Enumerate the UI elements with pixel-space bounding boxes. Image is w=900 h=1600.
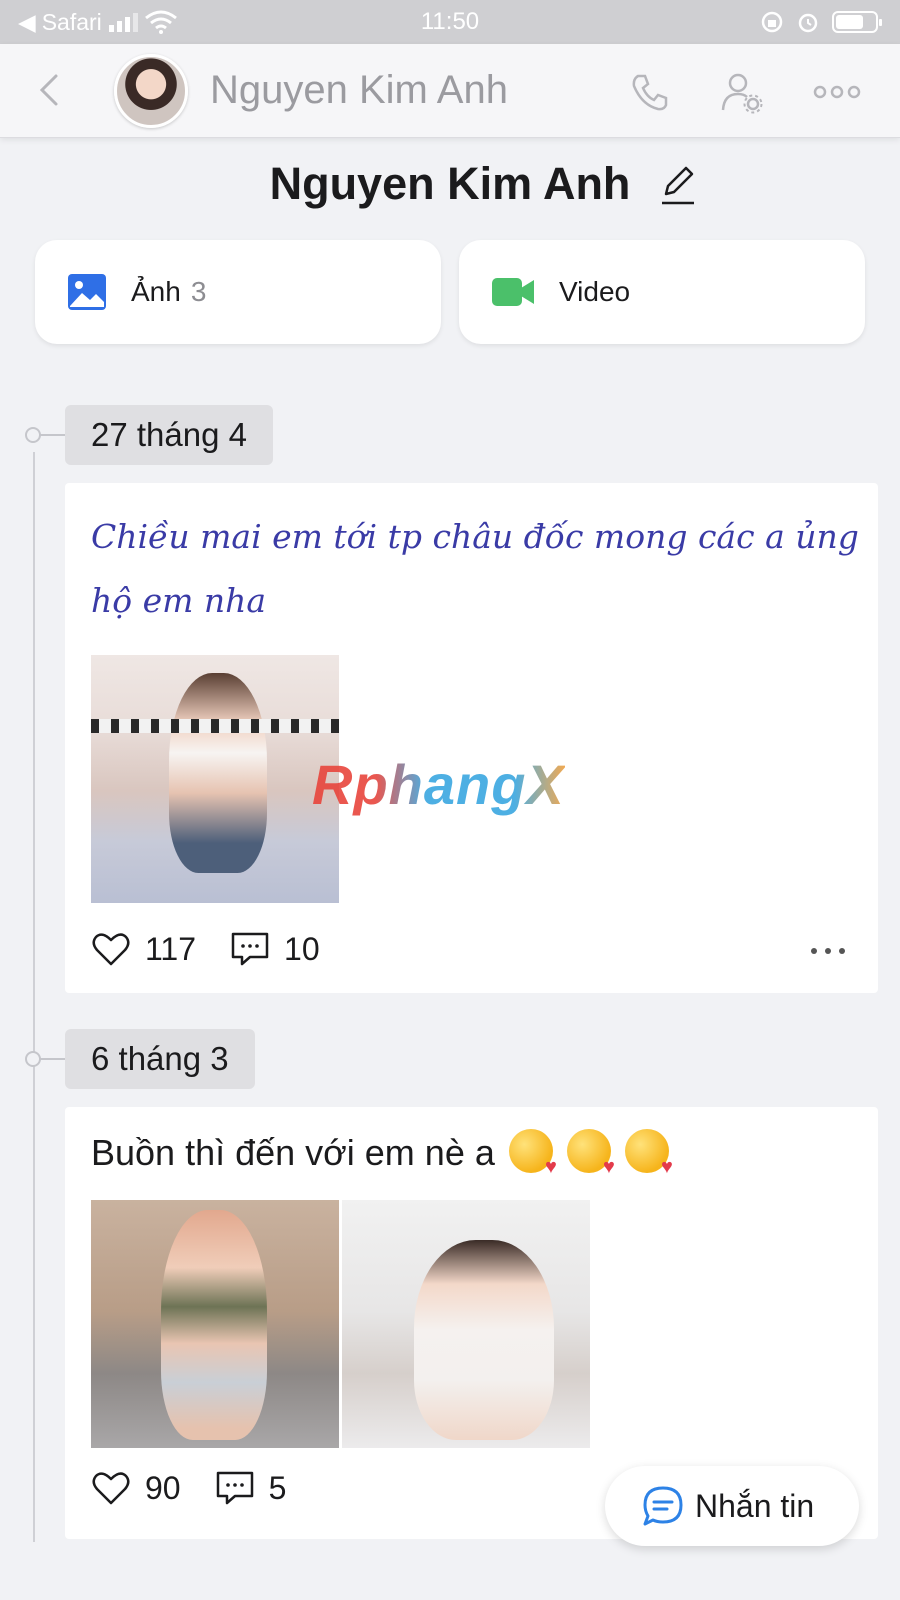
alarm-icon xyxy=(798,13,818,33)
comment-icon[interactable] xyxy=(230,929,270,969)
photos-button[interactable]: Ảnh 3 xyxy=(35,240,441,344)
like-count: 117 xyxy=(145,930,197,967)
user-settings-icon[interactable] xyxy=(720,70,764,114)
profile-name: Nguyen Kim Anh xyxy=(269,158,631,209)
post-date: 6 tháng 3 xyxy=(65,1029,255,1089)
avatar[interactable] xyxy=(114,54,188,128)
like-count: 90 xyxy=(145,1469,181,1506)
post-text-content: Buồn thì đến với em nè a xyxy=(91,1132,495,1173)
video-camera-icon xyxy=(492,278,534,306)
post-actions: 90 5 xyxy=(91,1468,320,1508)
timeline-dot xyxy=(25,427,41,443)
more-icon[interactable] xyxy=(812,70,862,114)
comment-count: 5 xyxy=(268,1469,287,1506)
video-label: Video xyxy=(559,276,631,307)
post-card: Chiều mai em tới tp châu đốc mong các a … xyxy=(65,483,878,993)
timeline-tick xyxy=(40,434,66,436)
signal-icon xyxy=(108,13,138,32)
post-date: 27 tháng 4 xyxy=(65,405,273,465)
pencil-icon[interactable] xyxy=(658,162,698,206)
heart-icon[interactable] xyxy=(91,929,131,969)
video-button[interactable]: Video xyxy=(459,240,865,344)
post-text: Chiều mai em tới tp châu đốc mong các a … xyxy=(91,517,859,620)
header-name[interactable]: Nguyen Kim Anh xyxy=(210,68,508,113)
back-app-label: Safari xyxy=(41,8,102,35)
smiling-face-with-hearts-icon xyxy=(508,1129,557,1179)
comment-icon[interactable] xyxy=(215,1468,255,1508)
send-message-label: Nhắn tin xyxy=(695,1487,815,1524)
back-triangle-icon: ◀ xyxy=(18,8,36,35)
smiling-face-with-hearts-icon xyxy=(624,1129,673,1179)
chat-header: Nguyen Kim Anh xyxy=(0,44,900,138)
phone-icon[interactable] xyxy=(628,70,672,114)
post-photo[interactable] xyxy=(91,655,339,903)
post-photo[interactable] xyxy=(342,1200,590,1448)
photos-count: 3 xyxy=(190,276,207,307)
post-photo[interactable] xyxy=(91,1200,339,1448)
post-more-icon[interactable] xyxy=(808,945,848,957)
chevron-left-icon[interactable] xyxy=(30,70,70,110)
status-bar: ◀ Safari 11:50 xyxy=(0,0,900,44)
heart-icon[interactable] xyxy=(91,1468,131,1508)
battery-icon xyxy=(832,11,882,33)
timeline-tick xyxy=(40,1058,66,1060)
smiling-face-with-hearts-icon xyxy=(566,1129,615,1179)
timeline-dot xyxy=(25,1051,41,1067)
image-icon xyxy=(68,274,106,310)
photos-label: Ảnh xyxy=(131,276,181,307)
wifi-icon xyxy=(144,10,177,34)
post-text: Buồn thì đến với em nè a xyxy=(91,1129,673,1179)
rotation-lock-icon xyxy=(761,11,783,33)
timeline-line xyxy=(33,452,35,1542)
comment-count: 10 xyxy=(284,930,320,967)
chat-bubble-icon xyxy=(643,1486,683,1526)
post-actions: 117 10 xyxy=(91,929,354,969)
back-to-app[interactable]: ◀ Safari xyxy=(18,9,178,36)
send-message-button[interactable]: Nhắn tin xyxy=(605,1466,859,1546)
